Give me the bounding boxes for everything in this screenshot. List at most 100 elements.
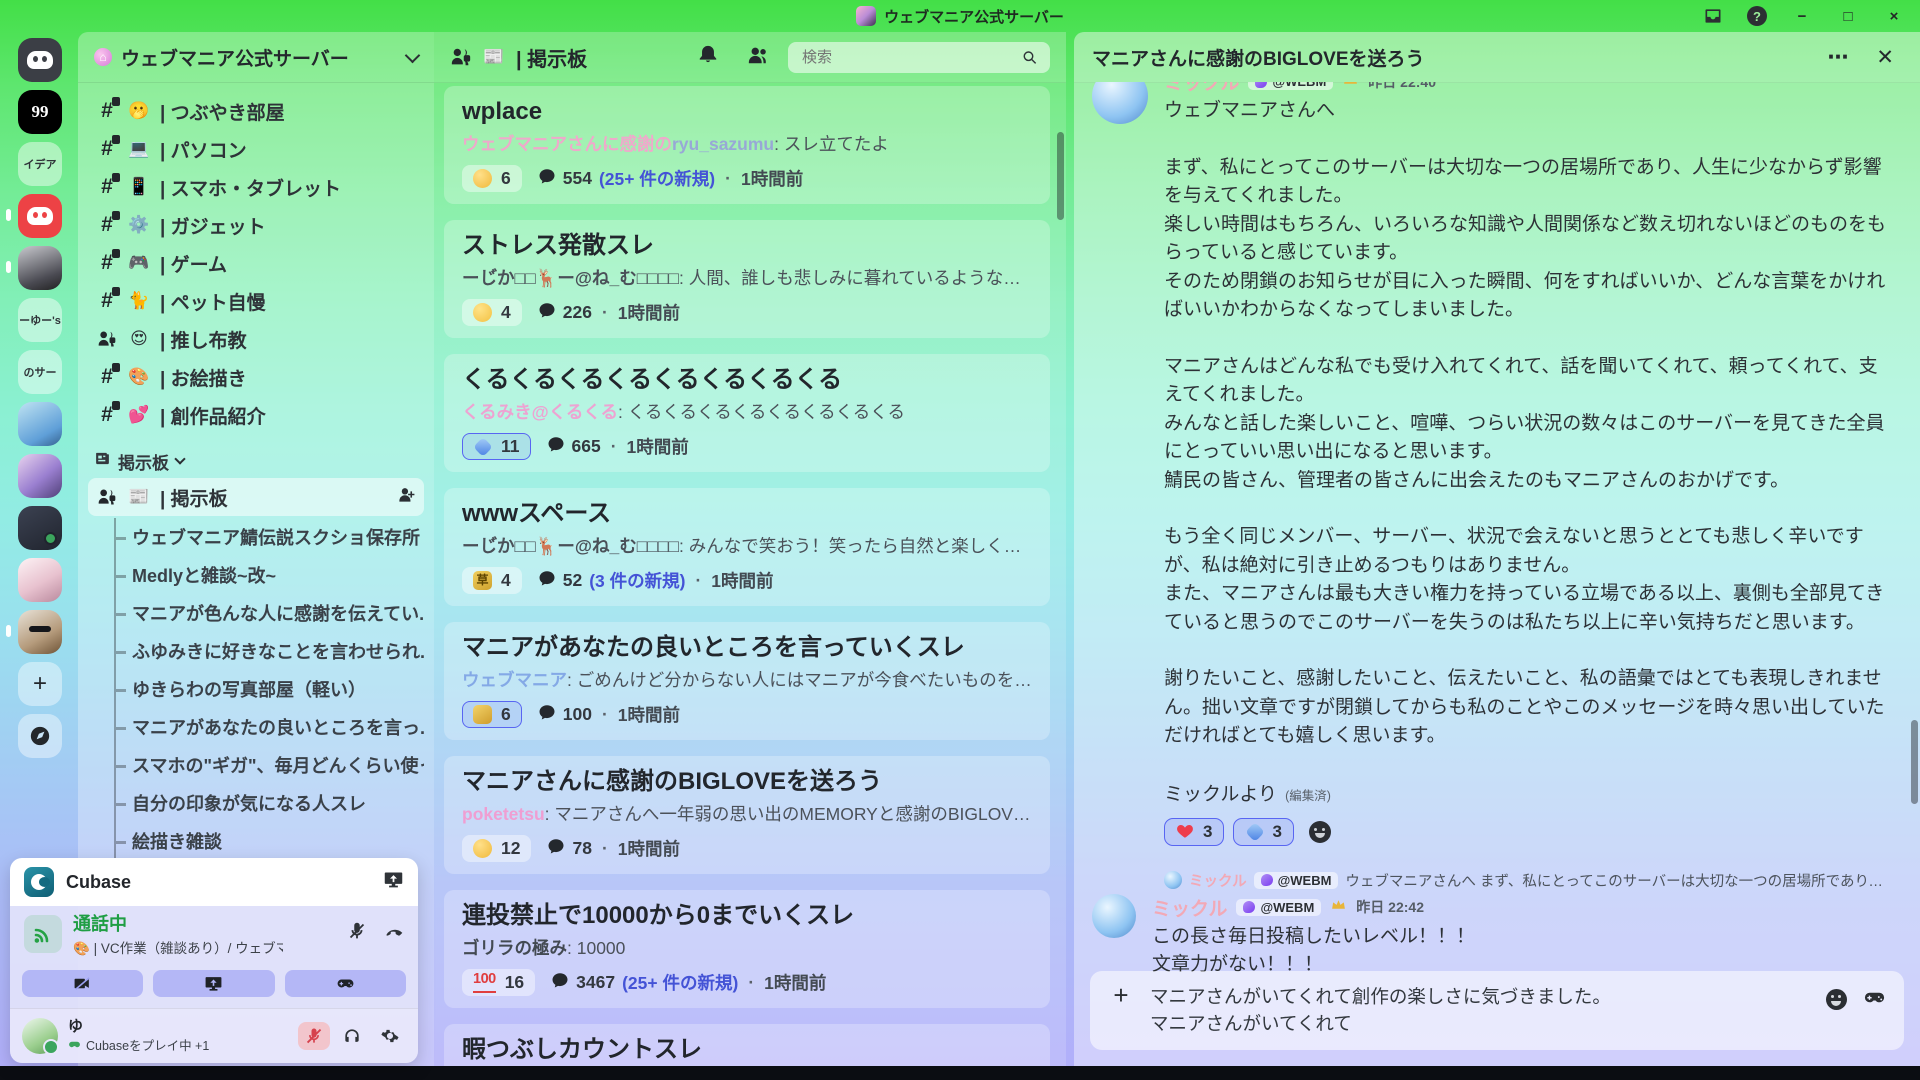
reaction-count: 11 bbox=[501, 436, 520, 457]
reaction-pill[interactable]: 10016 bbox=[462, 969, 535, 996]
reaction-pill[interactable]: 6 bbox=[462, 701, 522, 728]
stream-activity-icon[interactable] bbox=[383, 869, 404, 895]
channel-item[interactable]: #🫢| つぶやき部屋 bbox=[88, 92, 424, 130]
forum-post-card[interactable]: くるくるくるくるくるくるくるくるくるみき@くるくる: くるくるくるくるくるくるく… bbox=[444, 354, 1050, 472]
server-icon-anime-avatar[interactable] bbox=[18, 558, 62, 602]
forum-post-card[interactable]: 暇つぶしカウントスレうけまる: 11816959(25+ 件の新規)·1時間前 bbox=[444, 1024, 1050, 1066]
server-icon-text[interactable]: イデア bbox=[18, 142, 62, 186]
composer-input[interactable]: マニアさんがいてくれて創作の楽しさに気づきました。 マニアさんがいてくれて bbox=[1150, 983, 1810, 1039]
channel-item[interactable]: #🐈| ペット自慢 bbox=[88, 282, 424, 320]
server-icon-blue-avatar[interactable] bbox=[18, 402, 62, 446]
close-button[interactable]: × bbox=[1882, 8, 1906, 25]
message-username[interactable]: ミックル bbox=[1152, 894, 1227, 921]
close-thread-icon[interactable]: ✕ bbox=[1876, 45, 1894, 70]
message-body: ミックル@WEBM昨日 22:40ウェブマニアさんへまず、私にとってこのサーバー… bbox=[1164, 82, 1892, 846]
screen-share-button[interactable] bbox=[153, 970, 274, 997]
settings-gear-button[interactable] bbox=[374, 1022, 406, 1050]
discover-servers-button[interactable] bbox=[18, 714, 62, 758]
members-icon[interactable] bbox=[747, 44, 769, 71]
server-icon-pixel-avatar[interactable] bbox=[18, 454, 62, 498]
forum-post-card[interactable]: wwwスペースーじ゙か□□🦌ー@ね_む□□□□: みんなで笑おう！笑ったら自然と… bbox=[444, 488, 1050, 606]
channel-item[interactable]: #💕| 創作品紹介 bbox=[88, 396, 424, 434]
add-reaction-button[interactable] bbox=[1303, 818, 1337, 846]
forum-post-card[interactable]: 連投禁止で10000から0までいくスレゴリラの極み: 1000010016346… bbox=[444, 890, 1050, 1008]
maximize-button[interactable]: □ bbox=[1836, 8, 1860, 25]
sidebar-thread-item[interactable]: Medlyと雑談~改~ bbox=[116, 556, 424, 594]
post-author: poketetsu bbox=[462, 804, 545, 824]
message-composer[interactable]: + マニアさんがいてくれて創作の楽しさに気づきました。 マニアさんがいてくれて bbox=[1090, 971, 1904, 1051]
sidebar-thread-item[interactable]: ふゆみきに好きなことを言わせられ... bbox=[116, 632, 424, 670]
mic-mute-button[interactable] bbox=[298, 1022, 330, 1050]
gif-activity-icon[interactable] bbox=[1863, 986, 1886, 1014]
reaction-pill[interactable]: 11 bbox=[462, 433, 531, 460]
avatar[interactable] bbox=[1092, 82, 1148, 124]
sidebar-thread-item[interactable]: スマホの"ギガ"、毎月どんくらい使っ... bbox=[116, 746, 424, 784]
server-header[interactable]: ⌂ ウェブマニア公式サーバー bbox=[78, 32, 434, 83]
help-icon[interactable]: ? bbox=[1746, 5, 1768, 27]
thread-scrollbar[interactable] bbox=[1911, 720, 1918, 804]
channel-item[interactable]: #🎮| ゲーム bbox=[88, 244, 424, 282]
inbox-icon[interactable] bbox=[1702, 5, 1724, 27]
comment-count: 554(25+ 件の新規) bbox=[538, 166, 715, 191]
server-icon-discord-red[interactable] bbox=[18, 194, 62, 238]
channel-item[interactable]: 😍| 推し布教 bbox=[88, 320, 424, 358]
server-icon-hood-avatar[interactable] bbox=[18, 246, 62, 290]
server-icon-text[interactable]: のサー bbox=[18, 350, 62, 394]
activity-app-name: Cubase bbox=[66, 872, 371, 893]
user-avatar[interactable] bbox=[22, 1018, 58, 1054]
category-bulletin-board[interactable]: 掲示板 bbox=[88, 444, 424, 478]
hang-up-icon[interactable] bbox=[384, 920, 406, 947]
forum-post-card[interactable]: マニアがあなたの良いところを言っていくスレウェブマニア: ごめんけど分からない人… bbox=[444, 622, 1050, 740]
forum-post-card[interactable]: wplaceウェブマニアさんに感謝のryu_sazumu: スレ立てたよ6554… bbox=[444, 86, 1050, 204]
comment-count-value: 78 bbox=[572, 838, 591, 859]
camera-off-button[interactable] bbox=[22, 970, 143, 997]
channel-item[interactable]: #📱| スマホ・タブレット bbox=[88, 168, 424, 206]
notifications-bell-icon[interactable] bbox=[697, 44, 719, 71]
sidebar-thread-item[interactable]: ウェブマニア鯖伝説スクショ保存所 bbox=[116, 518, 424, 556]
more-options-icon[interactable]: ⋯ bbox=[1827, 45, 1848, 70]
emoji-picker-icon[interactable] bbox=[1826, 989, 1847, 1010]
channel-name: | お絵描き bbox=[160, 364, 247, 391]
search-input[interactable] bbox=[800, 48, 1022, 67]
channel-item[interactable]: #⚙️| ガジェット bbox=[88, 206, 424, 244]
new-messages-label: (25+ 件の新規) bbox=[622, 970, 738, 995]
call-channel[interactable]: 🎨 | VC作業（雑談あり）/ ウェブマニア公式... bbox=[73, 937, 283, 957]
forum-post-card[interactable]: ストレス発散スレーじ゙か□□🦌ー@ね_む□□□□: 人間、誰しも悲しみに暮れてい… bbox=[444, 220, 1050, 338]
channel-item-bulletin-board-active[interactable]: 📰| 掲示板 bbox=[88, 478, 424, 516]
reaction-pill[interactable]: 6 bbox=[462, 165, 522, 192]
minimize-button[interactable]: − bbox=[1790, 8, 1814, 25]
reaction-pill[interactable]: 4 bbox=[462, 299, 522, 326]
avatar[interactable] bbox=[1092, 894, 1136, 938]
add-server-button[interactable]: + bbox=[18, 662, 62, 706]
sidebar-thread-item[interactable]: マニアが色んな人に感謝を伝えてい... bbox=[116, 594, 424, 632]
window-titlebar: ウェブマニア公式サーバー ? − □ × bbox=[0, 0, 1920, 32]
reaction-pill[interactable]: 草4 bbox=[462, 567, 522, 594]
reaction-pill[interactable]: 3 bbox=[1233, 818, 1293, 846]
forum-post-card[interactable]: マニアさんに感謝のBIGLOVEを送ろうpoketetsu: マニアさんへ一年弱… bbox=[444, 756, 1050, 874]
sidebar-thread-item[interactable]: ゆきらわの写真部屋（軽い） bbox=[116, 670, 424, 708]
activities-button[interactable] bbox=[285, 970, 406, 997]
attach-plus-icon[interactable]: + bbox=[1108, 983, 1134, 1007]
discord-home-button[interactable] bbox=[18, 38, 62, 82]
forum-scrollbar[interactable] bbox=[1057, 132, 1064, 220]
noise-suppression-icon[interactable] bbox=[346, 920, 368, 947]
reaction-pill[interactable]: 3 bbox=[1164, 818, 1224, 846]
sidebar-thread-item[interactable]: 絵描き雑談 bbox=[116, 822, 424, 860]
signature-text: ミックルより bbox=[1164, 779, 1277, 806]
channel-item[interactable]: #💻| パソコン bbox=[88, 130, 424, 168]
post-time: 1時間前 bbox=[711, 568, 773, 593]
headphones-button[interactable] bbox=[336, 1022, 368, 1050]
sidebar-thread-item[interactable]: 自分の印象が気になる人スレ bbox=[116, 784, 424, 822]
sidebar-thread-item[interactable]: マニアがあなたの良いところを言っ... bbox=[116, 708, 424, 746]
channel-item[interactable]: #🎨| お絵描き bbox=[88, 358, 424, 396]
message-username[interactable]: ミックル bbox=[1164, 82, 1239, 95]
hash-lock-icon: # bbox=[96, 175, 118, 199]
server-icon-text[interactable]: ーゆー's bbox=[18, 298, 62, 342]
reaction-pill[interactable]: 12 bbox=[462, 835, 531, 862]
invite-icon[interactable] bbox=[397, 485, 416, 510]
unread-pip bbox=[6, 261, 11, 273]
server-icon-cat-avatar[interactable] bbox=[18, 610, 62, 654]
server-icon-navy-avatar[interactable] bbox=[18, 506, 62, 550]
server-icon-99[interactable]: 99 bbox=[18, 90, 62, 134]
reply-context[interactable]: ミックル@WEBMウェブマニアさんへ まず、私にとってこのサーバーは大切な一つの… bbox=[1164, 870, 1892, 891]
